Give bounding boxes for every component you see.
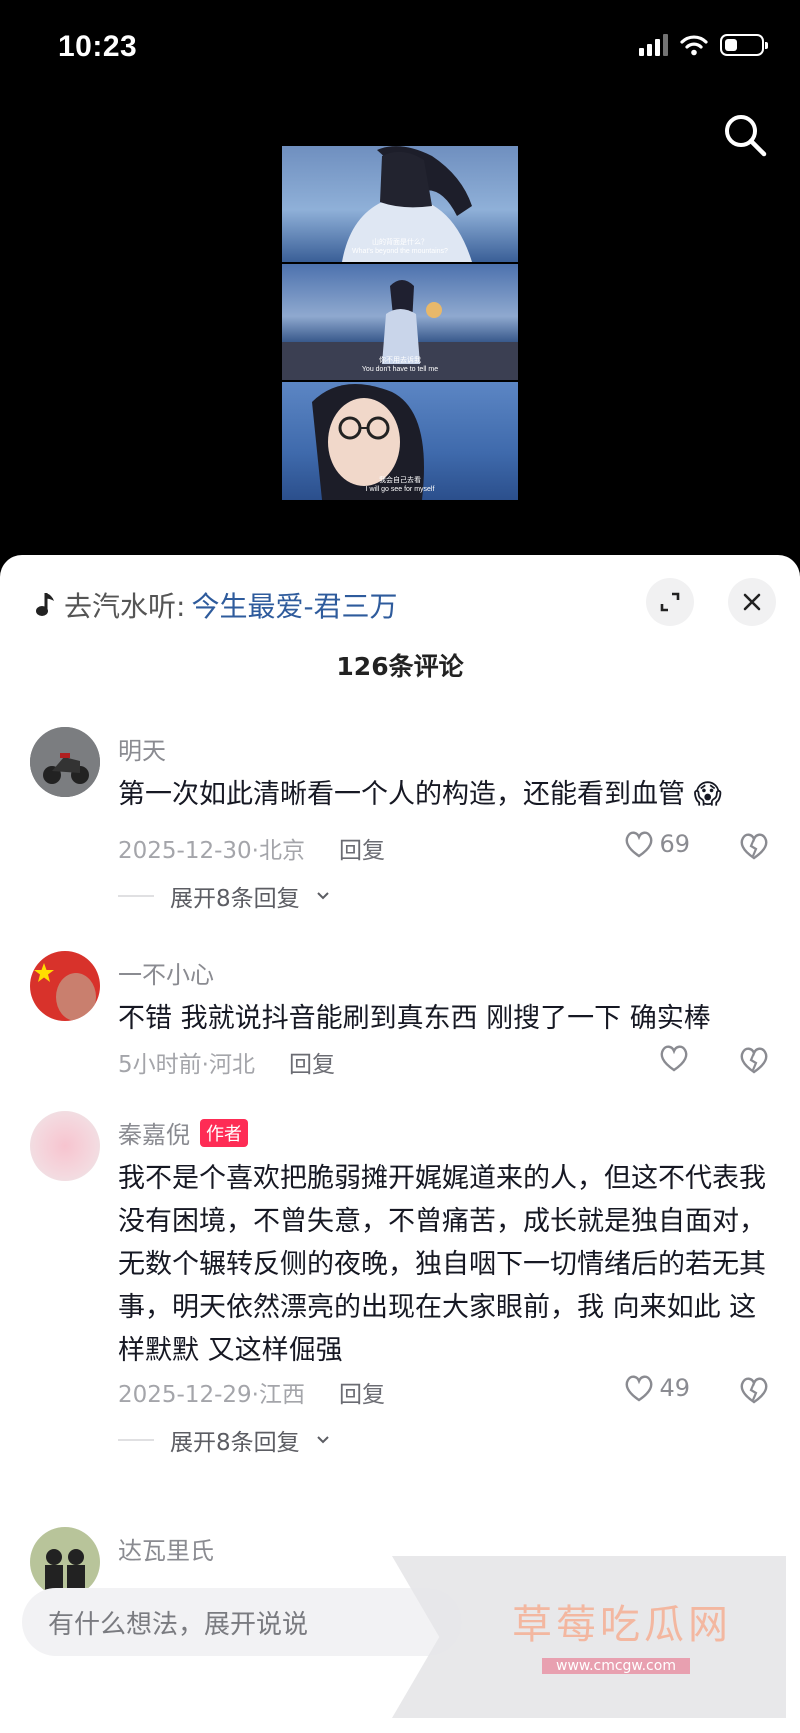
battery-icon [720, 34, 768, 56]
chevron-down-icon [316, 892, 329, 900]
watermark-url: www.cmcgw.com [542, 1658, 690, 1674]
expand-icon [660, 592, 680, 612]
watermark: 草莓吃瓜网 www.cmcgw.com [392, 1556, 786, 1718]
expand-replies-button[interactable]: 展开8条回复 [118, 879, 330, 913]
expand-replies-label: 展开8条回复 [170, 1430, 300, 1456]
comment-date-location: 5小时前·河北 [118, 1052, 255, 1078]
heart-icon [626, 831, 653, 858]
comment-meta: 2025-12-29·江西 回复 [118, 1375, 385, 1409]
like-button[interactable]: 69 [623, 829, 690, 859]
chevron-down-icon [316, 1436, 329, 1444]
flag-avatar-image [30, 951, 100, 1021]
comment-username[interactable]: 达瓦里氏 [118, 1531, 214, 1566]
comment-date-location: 2025-12-30·北京 [118, 838, 305, 864]
expand-replies-label: 展开8条回复 [170, 886, 300, 912]
avatar[interactable] [30, 951, 100, 1021]
broken-heart-icon[interactable] [738, 1045, 770, 1075]
status-icons [639, 34, 768, 56]
like-button[interactable] [658, 1043, 690, 1073]
comment-meta: 2025-12-30·北京 回复 [118, 831, 385, 865]
reply-button[interactable]: 回复 [339, 831, 385, 865]
comment-input-placeholder: 有什么想法，展开说说 [48, 1609, 309, 1640]
reply-button[interactable]: 回复 [289, 1045, 335, 1079]
comment-text: 我不是个喜欢把脆弱摊开娓娓道来的人，但这不代表我没有困境，不曾失意，不曾痛苦，成… [118, 1163, 766, 1366]
video-frame: 山的背面是什么？ What's beyond the mountains? [282, 146, 518, 262]
subtitle-cn: 你不用去诉我 [379, 357, 421, 364]
search-icon[interactable] [720, 110, 770, 160]
song-link[interactable]: 今生最爱-君三万 [191, 585, 397, 625]
subtitle-cn: 我会自己去看 [379, 477, 421, 484]
scared-emoji-icon: 😱 [693, 779, 722, 810]
broken-heart-icon[interactable] [738, 831, 770, 861]
avatar[interactable] [30, 1527, 100, 1597]
avatar[interactable] [30, 1111, 100, 1181]
close-button[interactable] [728, 578, 776, 626]
comment-username[interactable]: 明天 [118, 731, 166, 766]
comment-input[interactable]: 有什么想法，展开说说 [22, 1588, 462, 1656]
broken-heart-icon[interactable] [738, 1375, 770, 1405]
comment-text: 不错 我就说抖音能刷到真东西 刚搜了一下 确实棒 [118, 1003, 711, 1034]
couple-avatar-image [30, 1527, 100, 1597]
subtitle-cn: 山的背面是什么？ [372, 239, 428, 246]
music-prefix: 去汽水听: [64, 590, 186, 623]
video-frame: 你不用去诉我 You don't have to tell me [282, 264, 518, 380]
comment-username[interactable]: 秦嘉倪 作者 [118, 1115, 248, 1150]
subtitle-en: What's beyond the mountains? [352, 248, 448, 255]
author-badge: 作者 [200, 1118, 248, 1147]
music-link-row[interactable]: 去汽水听: 今生最爱-君三万 [34, 585, 398, 625]
close-icon [743, 593, 761, 611]
like-count: 49 [659, 1374, 690, 1402]
like-button[interactable]: 49 [623, 1373, 690, 1403]
subtitle-en: I will go see for myself [365, 486, 435, 493]
heart-icon [660, 1045, 688, 1072]
video-preview[interactable]: 山的背面是什么？ What's beyond the mountains? 你不… [282, 146, 518, 500]
expand-button[interactable] [646, 578, 694, 626]
signal-icon [639, 34, 668, 56]
comment-meta: 5小时前·河北 回复 [118, 1045, 335, 1079]
music-note-icon [36, 593, 54, 616]
wifi-icon [680, 35, 708, 56]
like-count: 69 [659, 830, 690, 858]
comment-count-title: 126条评论 [336, 652, 464, 681]
comment-username[interactable]: 一不小心 [118, 955, 214, 990]
motorcycle-image [30, 727, 100, 797]
subtitle-en: You don't have to tell me [361, 366, 439, 373]
expand-replies-button[interactable]: 展开8条回复 [118, 1423, 330, 1457]
heart-icon [626, 1375, 653, 1402]
comment-text: 第一次如此清晰看一个人的构造，还能看到血管 😱 [118, 779, 722, 810]
watermark-title: 草莓吃瓜网 [512, 1602, 732, 1648]
video-frame: 我会自己去看 I will go see for myself [282, 382, 518, 500]
comment-date-location: 2025-12-29·江西 [118, 1382, 305, 1408]
status-time: 10:23 [58, 30, 138, 63]
avatar[interactable] [30, 727, 100, 797]
reply-button[interactable]: 回复 [339, 1375, 385, 1409]
